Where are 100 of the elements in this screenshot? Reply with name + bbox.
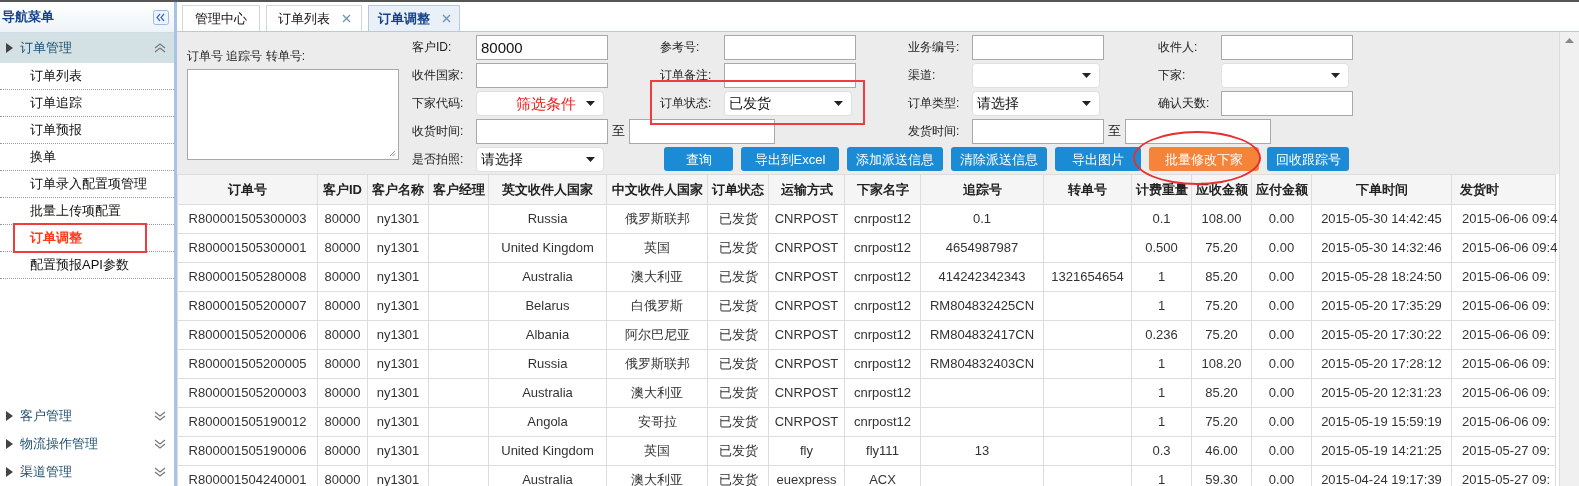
close-icon[interactable] xyxy=(341,14,351,23)
select-field[interactable] xyxy=(476,90,604,116)
expand-icon[interactable] xyxy=(154,467,166,477)
text-field[interactable]: 80000 xyxy=(476,34,608,60)
sidebar-section[interactable]: 渠道管理 xyxy=(0,458,174,486)
table-cell: 1 xyxy=(1131,407,1192,437)
table-cell: 俄罗斯联邦 xyxy=(606,204,708,234)
sidebar-item[interactable]: 订单调整 xyxy=(30,228,82,248)
table-cell: ny1301 xyxy=(367,233,429,263)
sidebar-item[interactable]: 订单列表 xyxy=(30,66,82,86)
table-cell: United Kingdom xyxy=(488,436,607,466)
column-header[interactable]: 运输方式 xyxy=(768,174,845,205)
table-cell: R800001505200005 xyxy=(177,349,318,379)
select-field[interactable] xyxy=(972,62,1100,88)
table-cell: 已发货 xyxy=(707,407,769,437)
column-header[interactable]: 计费重量 xyxy=(1131,174,1192,205)
select-field[interactable]: 请选择 xyxy=(972,90,1100,116)
scrollbar[interactable] xyxy=(1559,32,1579,486)
column-header[interactable]: 订单号 xyxy=(177,174,318,205)
collapse-icon[interactable] xyxy=(154,43,166,53)
sidebar-item[interactable]: 配置预报API参数 xyxy=(30,255,129,275)
table-cell: cnrpost12 xyxy=(844,349,921,379)
tab[interactable]: 订单列表 xyxy=(266,5,362,31)
text-field[interactable] xyxy=(1221,34,1353,60)
column-header[interactable]: 下单时间 xyxy=(1311,174,1452,205)
select-field[interactable] xyxy=(1221,62,1349,88)
table-cell: 2015-05-30 14:42:45 xyxy=(1311,204,1452,234)
column-header[interactable]: 转单号 xyxy=(1043,174,1132,205)
table-cell: 澳大利亚 xyxy=(606,378,708,408)
table-cell: United Kingdom xyxy=(488,233,607,263)
action-button[interactable]: 清除派送信息 xyxy=(951,147,1047,172)
table-cell: 13 xyxy=(920,436,1044,466)
column-header[interactable]: 发货时 xyxy=(1451,174,1556,205)
date-field[interactable] xyxy=(1125,118,1271,144)
text-field[interactable] xyxy=(1221,90,1353,116)
close-icon[interactable] xyxy=(441,14,451,23)
column-header[interactable]: 应付金额 xyxy=(1251,174,1312,205)
action-button[interactable]: 添加派送信息 xyxy=(847,147,943,172)
text-field[interactable] xyxy=(724,62,856,88)
field-label: 收件国家: xyxy=(412,67,465,84)
text-field[interactable] xyxy=(476,62,608,88)
table-cell: 0.00 xyxy=(1251,204,1312,234)
sidebar-item[interactable]: 批量上传项配置 xyxy=(30,201,121,221)
triangle-icon xyxy=(6,411,13,421)
column-header[interactable]: 中文收件人国家 xyxy=(606,174,708,205)
expand-icon[interactable] xyxy=(154,439,166,449)
section-title: 客户管理 xyxy=(20,407,72,426)
action-button[interactable]: 导出图片 xyxy=(1055,147,1141,172)
table-cell: Belarus xyxy=(488,291,607,321)
date-field[interactable] xyxy=(629,118,775,144)
resize-grip-icon[interactable] xyxy=(389,150,396,157)
table-cell: 0.236 xyxy=(1131,320,1192,350)
tab[interactable]: 管理中心 xyxy=(182,5,260,31)
table-cell: CNRPOST xyxy=(768,407,845,437)
column-header[interactable]: 应收金额 xyxy=(1191,174,1252,205)
table-cell: ny1301 xyxy=(367,378,429,408)
table-cell: 已发货 xyxy=(707,204,769,234)
table-cell: ny1301 xyxy=(367,320,429,350)
field-label: 订单类型: xyxy=(908,95,961,112)
column-header[interactable]: 英文收件人国家 xyxy=(488,174,607,205)
expand-icon[interactable] xyxy=(154,411,166,421)
date-field[interactable] xyxy=(972,118,1104,144)
sidebar-section[interactable]: 物流操作管理 xyxy=(0,430,174,458)
table-cell: 80000 xyxy=(317,233,368,263)
table-cell: 80000 xyxy=(317,262,368,292)
sidebar-section[interactable]: 客户管理 xyxy=(0,402,174,430)
table-cell: 2015-05-28 18:24:50 xyxy=(1311,262,1452,292)
sidebar-item[interactable]: 订单预报 xyxy=(30,120,82,140)
sidebar-item[interactable]: 订单追踪 xyxy=(30,93,82,113)
text-field[interactable] xyxy=(724,34,856,60)
text-area[interactable] xyxy=(187,69,399,160)
sidebar-item[interactable]: 订单录入配置项管理 xyxy=(30,174,147,194)
column-header[interactable]: 客户ID xyxy=(317,174,368,205)
column-header[interactable]: 客户名称 xyxy=(367,174,429,205)
action-button[interactable]: 查询 xyxy=(664,147,733,172)
column-header[interactable]: 追踪号 xyxy=(920,174,1044,205)
column-header[interactable]: 下家名字 xyxy=(844,174,921,205)
sidebar-section[interactable]: 订单管理 xyxy=(0,33,174,63)
table-cell: CNRPOST xyxy=(768,233,845,263)
action-button[interactable]: 回收跟踪号 xyxy=(1267,147,1349,172)
select-field[interactable]: 已发货 xyxy=(724,90,852,116)
table-cell: 已发货 xyxy=(707,233,769,263)
table-cell: 80000 xyxy=(317,320,368,350)
action-button[interactable]: 导出到Excel xyxy=(741,147,839,172)
table-cell: 已发货 xyxy=(707,262,769,292)
collapse-sidebar-icon[interactable] xyxy=(153,9,169,25)
field-label: 订单状态: xyxy=(660,95,713,112)
sidebar-item[interactable]: 换单 xyxy=(30,147,56,167)
text-field[interactable] xyxy=(972,34,1104,60)
column-header[interactable]: 客户经理 xyxy=(428,174,489,205)
table-cell: R800001505190006 xyxy=(177,436,318,466)
table-cell: 已发货 xyxy=(707,320,769,350)
column-header[interactable]: 订单状态 xyxy=(707,174,769,205)
table-cell: 2015-05-19 14:21:25 xyxy=(1311,436,1452,466)
sidebar-title: 导航菜单 xyxy=(2,8,54,27)
date-field[interactable] xyxy=(476,118,608,144)
tab[interactable]: 订单调整 xyxy=(368,5,460,31)
table-cell: 75.20 xyxy=(1191,291,1252,321)
scroll-up-icon[interactable] xyxy=(1565,38,1574,43)
select-field[interactable]: 请选择 xyxy=(476,146,604,172)
